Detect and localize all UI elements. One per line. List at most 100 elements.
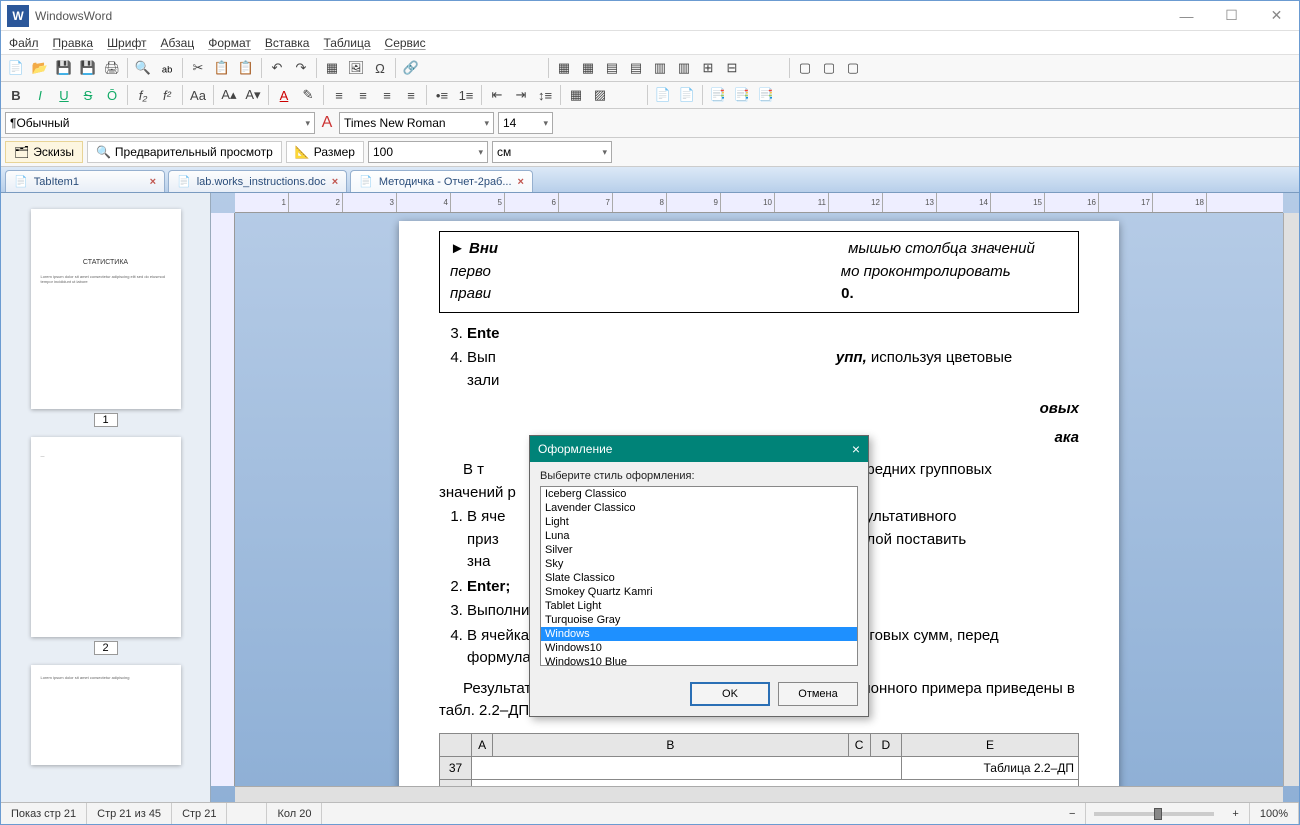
horizontal-ruler[interactable]: 123456789101112131415161718 [235,193,1283,213]
subscript-icon[interactable]: f₂ [132,84,154,106]
size-button[interactable]: 📐 Размер [286,141,364,163]
theme-option[interactable]: Smokey Quartz Kamri [541,585,857,599]
vertical-scrollbar[interactable] [1283,213,1299,786]
line-spacing-icon[interactable]: ↕≡ [534,84,556,106]
border2-icon[interactable]: ▢ [818,57,840,79]
menu-font[interactable]: Шрифт [107,36,146,50]
row-above-icon[interactable]: ▤ [601,57,623,79]
dialog-titlebar[interactable]: Оформление × [530,436,868,462]
close-tab-icon[interactable]: × [332,176,338,188]
numbering-icon[interactable]: 1≡ [455,84,477,106]
dialog-close-icon[interactable]: × [852,441,860,457]
theme-option[interactable]: Iceberg Classico [541,487,857,501]
thumb-page-3[interactable]: Lorem ipsum dolor sit amet consectetur a… [31,665,181,765]
image-icon[interactable]: 🖼 [345,57,367,79]
strike-icon[interactable]: S [77,84,99,106]
outdent-icon[interactable]: ⇤ [486,84,508,106]
tab-item-2[interactable]: 📄 Методичка - Отчет-2раб... × [350,170,533,192]
theme-option[interactable]: Lavender Classico [541,501,857,515]
table-icon[interactable]: ▦ [321,57,343,79]
style-name-combo[interactable]: ¶ Обычный ▾ [5,112,315,134]
shrink-font-icon[interactable]: A▾ [242,84,264,106]
theme-option[interactable]: Light [541,515,857,529]
border-toggle-icon[interactable]: ▦ [565,84,587,106]
tab-item-1[interactable]: 📄 lab.works_instructions.doc × [168,170,347,192]
menu-insert[interactable]: Вставка [265,36,310,50]
font-size-combo[interactable]: 14 ▾ [498,112,553,134]
menu-para[interactable]: Абзац [161,36,195,50]
redo-icon[interactable]: ↷ [290,57,312,79]
menu-service[interactable]: Сервис [385,36,426,50]
link-icon[interactable]: 🔗 [400,57,422,79]
thumbnails-panel[interactable]: СТАТИСТИКА Lorem ipsum dolor sit amet co… [1,193,211,802]
font-combo[interactable]: Times New Roman ▾ [339,112,494,134]
theme-option[interactable]: Luna [541,529,857,543]
save-as-icon[interactable]: 💾 [77,57,99,79]
special-icon[interactable]: Ω [369,57,391,79]
undo-icon[interactable]: ↶ [266,57,288,79]
align-center-icon[interactable]: ≡ [352,84,374,106]
theme-option[interactable]: Windows10 [541,641,857,655]
preview-button[interactable]: 🔍 Предварительный просмотр [87,141,282,163]
page-icon[interactable]: 📄 [652,84,674,106]
bold-icon[interactable]: B [5,84,27,106]
cancel-button[interactable]: Отмена [778,682,858,706]
ok-button[interactable]: OK [690,682,770,706]
open-icon[interactable]: 📂 [29,57,51,79]
zoom-value[interactable]: 100% [1250,803,1299,824]
close-button[interactable]: ✕ [1254,2,1299,30]
zoom-out-button[interactable]: − [1059,803,1086,824]
split-cells-icon[interactable]: ⊟ [721,57,743,79]
find-icon[interactable]: 🔍 [132,57,154,79]
zoom-knob[interactable] [1154,808,1162,820]
doc2-icon[interactable]: 📑 [731,84,753,106]
case-icon[interactable]: Aa [187,84,209,106]
close-tab-icon[interactable]: × [150,176,156,188]
col-right-icon[interactable]: ▥ [673,57,695,79]
shading-icon[interactable]: ▨ [589,84,611,106]
new-doc-icon[interactable]: 📄 [5,57,27,79]
row-below-icon[interactable]: ▤ [625,57,647,79]
thumb-page-2[interactable]: — [31,437,181,637]
unit-combo[interactable]: см ▾ [492,141,612,163]
border3-icon[interactable]: ▢ [842,57,864,79]
align-justify-icon[interactable]: ≡ [400,84,422,106]
doc3-icon[interactable]: 📑 [755,84,777,106]
thumb-page-1[interactable]: СТАТИСТИКА Lorem ipsum dolor sit amet co… [31,209,181,409]
close-tab-icon[interactable]: × [518,176,524,188]
theme-option[interactable]: Windows [541,627,857,641]
page2-icon[interactable]: 📄 [676,84,698,106]
theme-option[interactable]: Windows10 Blue [541,655,857,666]
save-icon[interactable]: 💾 [53,57,75,79]
menu-file[interactable]: Файл [9,36,39,50]
theme-option[interactable]: Tablet Light [541,599,857,613]
theme-option[interactable]: Sky [541,557,857,571]
table-insert-icon[interactable]: ▦ [553,57,575,79]
minimize-button[interactable]: — [1164,2,1209,30]
zoom-in-button[interactable]: + [1222,803,1249,824]
align-right-icon[interactable]: ≡ [376,84,398,106]
maximize-button[interactable]: ☐ [1209,2,1254,30]
merge-cells-icon[interactable]: ⊞ [697,57,719,79]
cut-icon[interactable]: ✂ [187,57,209,79]
underline-icon[interactable]: U [53,84,75,106]
table-delete-icon[interactable]: ▦ [577,57,599,79]
italic-icon[interactable]: I [29,84,51,106]
horizontal-scrollbar[interactable] [235,786,1283,802]
thumbnails-button[interactable]: 🗂 Эскизы [5,141,83,163]
doc1-icon[interactable]: 📑 [707,84,729,106]
print-icon[interactable]: 🖨 [101,57,123,79]
border-icon[interactable]: ▢ [794,57,816,79]
replace-icon[interactable]: ab [156,57,178,79]
align-left-icon[interactable]: ≡ [328,84,350,106]
zoom-slider[interactable] [1094,812,1214,816]
overline-icon[interactable]: Ō [101,84,123,106]
indent-icon[interactable]: ⇥ [510,84,532,106]
grow-font-icon[interactable]: A▴ [218,84,240,106]
col-left-icon[interactable]: ▥ [649,57,671,79]
superscript-icon[interactable]: f² [156,84,178,106]
bullets-icon[interactable]: •≡ [431,84,453,106]
menu-edit[interactable]: Правка [53,36,94,50]
menu-format[interactable]: Формат [208,36,251,50]
theme-option[interactable]: Turquoise Gray [541,613,857,627]
